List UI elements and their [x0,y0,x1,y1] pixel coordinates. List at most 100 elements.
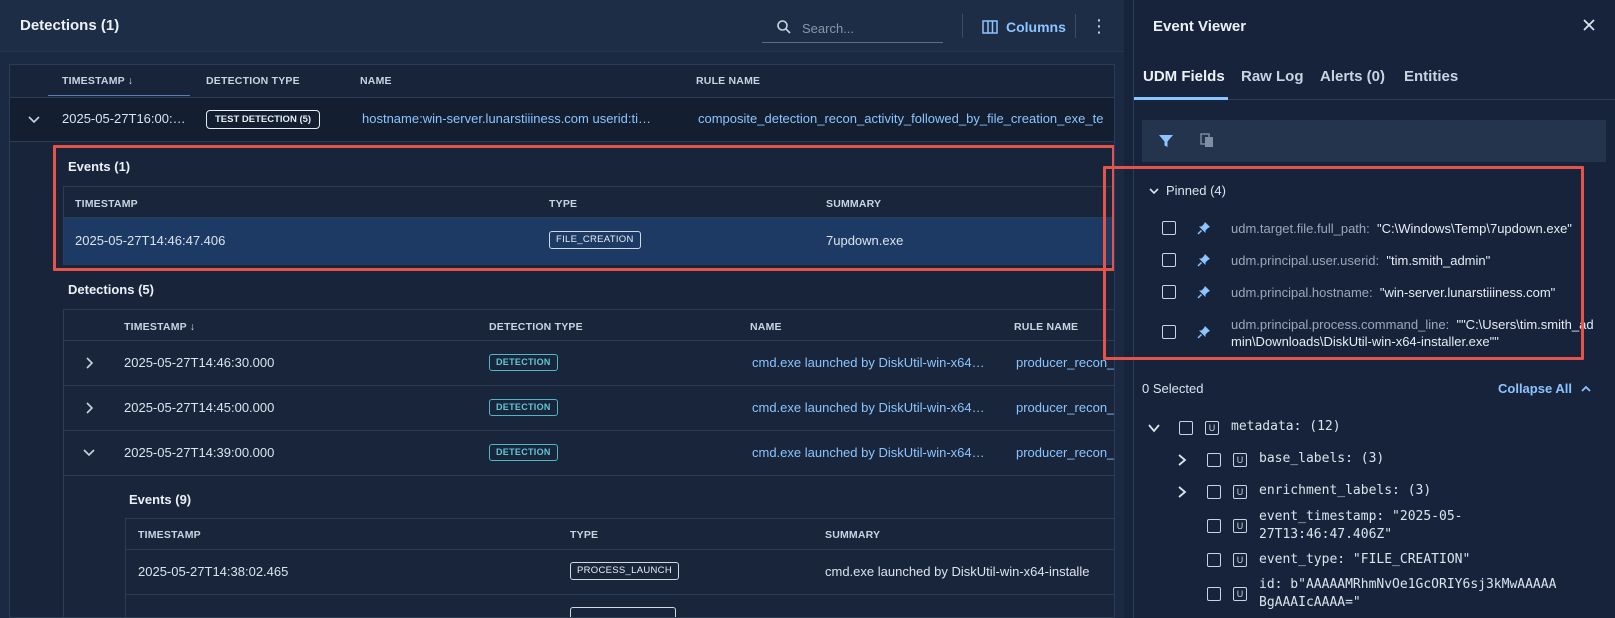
pin-icon[interactable] [1197,221,1211,235]
pinned-checkbox[interactable] [1162,325,1176,339]
detections-header: Detections (1) Columns ⋮ [0,0,1124,52]
nested-events-table: TIMESTAMP TYPE SUMMARY 2025-05-27T14:38:… [125,518,1114,617]
row-name-link[interactable]: hostname:win-server.lunarstiiiness.com u… [362,111,651,126]
det-col-detection-type[interactable]: DETECTION TYPE [489,321,583,333]
col-timestamp-header[interactable]: TIMESTAMP ↓ [62,75,133,87]
table-row[interactable]: 2025-05-27T14:39:00.000 DETECTION cmd.ex… [64,430,1114,475]
det-timestamp: 2025-05-27T14:45:00.000 [124,400,275,415]
header-divider [962,14,963,38]
det-rule-link[interactable]: producer_recon_ [1016,355,1114,370]
type-badge: U [1233,553,1247,567]
tree-checkbox[interactable] [1207,553,1221,567]
more-options-icon[interactable]: ⋮ [1090,16,1108,38]
tree-node-metadata[interactable]: metadata: (12) [1231,419,1341,434]
selected-count: 0 Selected [1142,381,1204,396]
header-divider [1075,14,1076,38]
event-row-selected[interactable]: 2025-05-27T14:46:47.406 FILE_CREATION 7u… [64,217,1114,264]
tree-checkbox[interactable] [1207,453,1221,467]
chevron-down-icon[interactable] [26,112,42,128]
detections-panel: Detections (1) Columns ⋮ TIMESTAMP ↓ DET… [0,0,1124,618]
tab-udm-fields[interactable]: UDM Fields [1143,68,1225,85]
collapse-all-label: Collapse All [1498,381,1572,396]
tree-node-event-type[interactable]: event_type: "FILE_CREATION" [1259,552,1470,567]
nested-event-summary: cmd.exe launched by DiskUtil-win-x64-ins… [825,564,1090,579]
nested-event-type-badge: PROCESS_LAUNCH [570,562,680,580]
pin-icon[interactable] [1197,285,1211,299]
chevron-right-icon[interactable] [81,400,97,416]
pinned-field: udm.principal.user.userid: "tim.smith_ad… [1231,253,1490,268]
detections-section-title: Detections (5) [68,282,154,297]
collapse-all-button[interactable]: Collapse All [1498,381,1592,396]
det-col-rule-name[interactable]: RULE NAME [1014,321,1078,333]
tab-entities[interactable]: Entities [1404,68,1458,85]
chevron-down-icon[interactable] [81,445,97,461]
close-icon[interactable] [1581,17,1597,33]
events-col-summary[interactable]: SUMMARY [826,198,881,210]
tree-checkbox[interactable] [1207,519,1221,533]
det-name-link[interactable]: cmd.exe launched by DiskUtil-win-x64… [752,445,985,460]
det-timestamp: 2025-05-27T14:39:00.000 [124,445,275,460]
nested-col-summary[interactable]: SUMMARY [825,529,880,541]
chevron-up-icon [1581,385,1591,392]
tree-checkbox[interactable] [1179,421,1193,435]
tree-node-enrichment-labels[interactable]: enrichment_labels: (3) [1259,483,1431,498]
udm-toolbar [1142,120,1606,162]
tree-node-base-labels[interactable]: base_labels: (3) [1259,451,1384,466]
tree-checkbox[interactable] [1207,587,1221,601]
tab-alerts[interactable]: Alerts (0) [1320,68,1385,85]
tree-node-id[interactable]: id: b"AAAAAMRhmNvOe1GcORIY6sj3kMwAAAAA [1259,577,1556,592]
tree-node-event-timestamp[interactable]: event_timestamp: "2025-05- [1259,509,1463,524]
pinned-key: udm.principal.hostname: [1231,285,1373,300]
copy-icon[interactable] [1199,132,1215,148]
nested-events-title: Events (9) [129,492,192,507]
det-col-timestamp[interactable]: TIMESTAMP ↓ [124,321,195,333]
detections-title: Detections (1) [20,17,120,34]
row-rule-link[interactable]: composite_detection_recon_activity_follo… [698,111,1103,126]
pinned-field: udm.principal.process.command_line: ""C:… [1231,317,1594,332]
table-row[interactable]: 2025-05-27T14:38:02.465 PROCESS_LAUNCH c… [126,549,1114,594]
search-box[interactable] [762,13,943,43]
pinned-checkbox[interactable] [1162,253,1176,267]
active-tab-indicator [1134,97,1228,100]
pinned-toggle[interactable]: Pinned (4) [1148,183,1226,198]
events-col-type[interactable]: TYPE [549,198,577,210]
table-row[interactable]: 2025-05-27T14:46:30.000 DETECTION cmd.ex… [64,340,1114,385]
events-col-timestamp[interactable]: TIMESTAMP [75,198,138,210]
nested-col-type[interactable]: TYPE [570,529,598,541]
nested-event-type-badge [570,607,676,617]
chevron-down-icon[interactable] [1147,421,1161,435]
expanded-detection-area: Events (9) TIMESTAMP TYPE SUMMARY 2025-0… [64,475,1114,617]
col-detection-type-header[interactable]: DETECTION TYPE [206,75,300,87]
row-timestamp: 2025-05-27T16:00:… [62,111,186,126]
filter-icon[interactable] [1158,133,1174,149]
chevron-right-icon[interactable] [1175,485,1189,499]
chevron-right-icon[interactable] [1175,453,1189,467]
col-rule-name-header[interactable]: RULE NAME [696,75,760,87]
pinned-checkbox[interactable] [1162,221,1176,235]
tree-checkbox[interactable] [1207,485,1221,499]
sort-indicator [48,95,190,96]
columns-button[interactable]: Columns [982,16,1066,38]
det-name-link[interactable]: cmd.exe launched by DiskUtil-win-x64… [752,400,985,415]
det-rule-link[interactable]: producer_recon_ [1016,400,1114,415]
table-row[interactable]: 2025-05-27T14:45:00.000 DETECTION cmd.ex… [64,385,1114,430]
pinned-checkbox[interactable] [1162,285,1176,299]
event-timestamp: 2025-05-27T14:46:47.406 [75,233,226,248]
search-input[interactable] [802,17,937,39]
table-row[interactable]: 2025-05-27T16:00:… TEST DETECTION (5) ho… [10,97,1114,142]
chevron-right-icon[interactable] [81,355,97,371]
det-name-link[interactable]: cmd.exe launched by DiskUtil-win-x64… [752,355,985,370]
pinned-key: udm.principal.process.command_line: [1231,317,1450,332]
nested-col-timestamp[interactable]: TIMESTAMP [138,529,201,541]
pin-icon[interactable] [1197,325,1211,339]
col-name-header[interactable]: NAME [360,75,392,87]
det-col-name[interactable]: NAME [750,321,782,333]
table-row[interactable] [126,594,1114,617]
search-icon [777,20,791,34]
pinned-field: udm.principal.hostname: "win-server.luna… [1231,285,1555,300]
pin-icon[interactable] [1197,253,1211,267]
pinned-key: udm.target.file.full_path: [1231,221,1370,236]
tab-raw-log[interactable]: Raw Log [1241,68,1304,85]
det-timestamp: 2025-05-27T14:46:30.000 [124,355,275,370]
det-rule-link[interactable]: producer_recon_ [1016,445,1114,460]
